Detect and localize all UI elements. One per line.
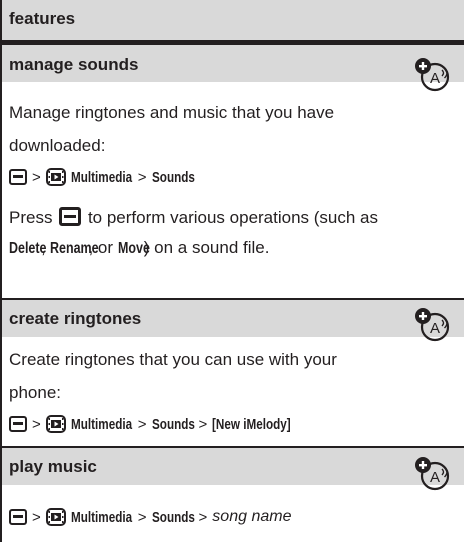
path-new-imelody: [New iMelody] (212, 415, 291, 433)
table-left-border (0, 0, 2, 542)
path-separator: > (32, 415, 41, 433)
section-description: Manage ringtones and music that you have… (9, 103, 335, 155)
section-description: Create ringtones that you can use with y… (9, 350, 337, 402)
path-separator: > (198, 415, 208, 433)
path-sounds: Sounds (151, 508, 195, 526)
path-separator: > (137, 168, 147, 186)
table-header-title: features (9, 9, 76, 28)
svg-text:A: A (430, 70, 440, 87)
op-rename: Rename (50, 240, 100, 257)
section-title: create ringtones (9, 309, 142, 328)
multimedia-icon (45, 508, 66, 526)
menu-key-icon (59, 207, 82, 226)
svg-text:A: A (430, 320, 440, 337)
press-text-after: to perform various operations (such as (87, 208, 379, 227)
section-header-play-music: play music (0, 448, 464, 485)
section-title: manage sounds (9, 55, 139, 74)
section-title: play music (9, 457, 97, 476)
section-header-manage-sounds: manage sounds (0, 45, 464, 82)
press-text: Press (9, 208, 53, 227)
menu-key-icon (9, 509, 27, 525)
path-sounds: Sounds (151, 168, 195, 186)
network-dependent-feature-icon: A (415, 58, 450, 92)
svg-text:A: A (430, 469, 440, 486)
menu-key-icon (9, 169, 27, 185)
multimedia-icon (45, 168, 66, 186)
multimedia-icon (45, 415, 66, 433)
press-tail: ) on a sound file. (143, 238, 270, 257)
features-table: features manage sounds A Manage ringtone… (0, 0, 464, 542)
path-song-name: song name (212, 508, 292, 525)
section-header-create-ringtones: create ringtones (0, 300, 464, 337)
path-sounds: Sounds (151, 415, 195, 433)
network-dependent-feature-icon: A (415, 457, 450, 491)
network-dependent-feature-icon: A (415, 308, 450, 342)
menu-path: > Multimedia > Sounds > song name (9, 508, 291, 526)
path-separator: > (198, 508, 208, 526)
press-instructions: Press to perform various operations (suc… (9, 198, 449, 263)
path-separator: > (137, 508, 147, 526)
menu-path: > Multimedia > Sounds (9, 168, 207, 186)
table-header: features (0, 0, 464, 40)
path-multimedia: Multimedia (70, 415, 132, 433)
path-multimedia: Multimedia (70, 508, 132, 526)
op-move: Move (117, 240, 150, 257)
path-separator: > (32, 508, 41, 526)
path-multimedia: Multimedia (70, 168, 132, 186)
op-delete: Delete (9, 240, 47, 257)
path-separator: > (32, 168, 41, 186)
menu-key-icon (9, 416, 27, 432)
path-separator: > (137, 415, 147, 433)
menu-path: > Multimedia > Sounds > [New iMelody] (9, 415, 313, 433)
